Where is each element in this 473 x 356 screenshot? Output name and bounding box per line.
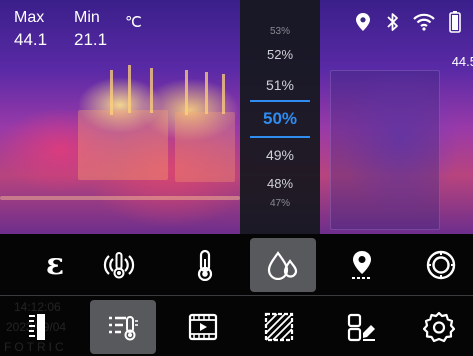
settings-button[interactable]	[406, 300, 472, 354]
thermometer-button[interactable]	[172, 238, 238, 292]
video-button[interactable]	[170, 300, 236, 354]
palette-scale-icon	[29, 314, 45, 340]
breaker-block-left	[78, 110, 168, 180]
cabinet-frame	[0, 196, 240, 200]
wire	[222, 74, 225, 114]
thermal-image[interactable]: Max 44.1 Min 21.1 ℃ 44.5	[0, 0, 473, 234]
palette-scale-button[interactable]	[4, 300, 70, 354]
temperature-unit: ℃	[125, 14, 142, 31]
wire	[150, 68, 153, 113]
temperature-list-button[interactable]	[90, 300, 156, 354]
bluetooth-icon	[383, 10, 403, 34]
thermometer-icon	[197, 249, 213, 281]
selection-line-top	[250, 100, 310, 102]
temperature-list-icon	[109, 316, 138, 341]
main-toolbar: 14:12:06 2023/09/04 FOTRIC	[0, 296, 473, 356]
wire	[110, 70, 113, 115]
wireless-temperature-button[interactable]	[86, 238, 152, 292]
min-label: Min	[74, 9, 100, 26]
picker-option[interactable]: 51%	[240, 77, 320, 93]
emissivity-button[interactable]: ε	[22, 238, 88, 292]
picker-option[interactable]: 47%	[240, 198, 320, 209]
wire	[185, 70, 188, 115]
wire	[205, 72, 208, 114]
cabinet-panel-right	[330, 70, 440, 230]
humidity-button[interactable]	[250, 238, 316, 292]
target-button[interactable]	[408, 238, 473, 292]
humidity-icon	[267, 251, 298, 280]
min-value: 21.1	[74, 30, 108, 49]
picker-option[interactable]: 48%	[240, 176, 320, 191]
min-reading: Min 21.1	[74, 9, 108, 49]
location-pin-button[interactable]	[329, 238, 395, 292]
battery-icon	[446, 10, 464, 34]
max-reading: Max 44.1	[14, 9, 48, 49]
location-icon	[353, 10, 373, 34]
edit-icon	[347, 313, 375, 342]
picker-option[interactable]: 53%	[240, 26, 320, 37]
picker-option[interactable]: 52%	[240, 47, 320, 62]
settings-icon	[423, 311, 455, 343]
wifi-icon	[412, 10, 436, 34]
location-pin-icon	[352, 251, 372, 279]
humidity-picker[interactable]: 53% 52% 51% 50% 49% 48% 47%	[240, 0, 320, 234]
breaker-block-right	[175, 112, 235, 182]
edit-button[interactable]	[328, 300, 394, 354]
video-icon	[188, 313, 218, 341]
max-value: 44.1	[14, 30, 48, 49]
max-label: Max	[14, 9, 45, 26]
selection-line-bottom	[250, 136, 310, 138]
measurement-toolbar: ε	[0, 234, 473, 295]
wire	[128, 65, 131, 113]
wireless-temperature-icon	[103, 252, 135, 279]
spot-temperature-value: 44.5	[451, 54, 473, 69]
pattern-button[interactable]	[246, 300, 312, 354]
target-icon	[426, 250, 456, 280]
emissivity-icon: ε	[45, 247, 65, 282]
picker-selected-option[interactable]: 50%	[240, 109, 320, 129]
picker-option[interactable]: 49%	[240, 147, 320, 163]
pattern-icon	[264, 312, 294, 342]
